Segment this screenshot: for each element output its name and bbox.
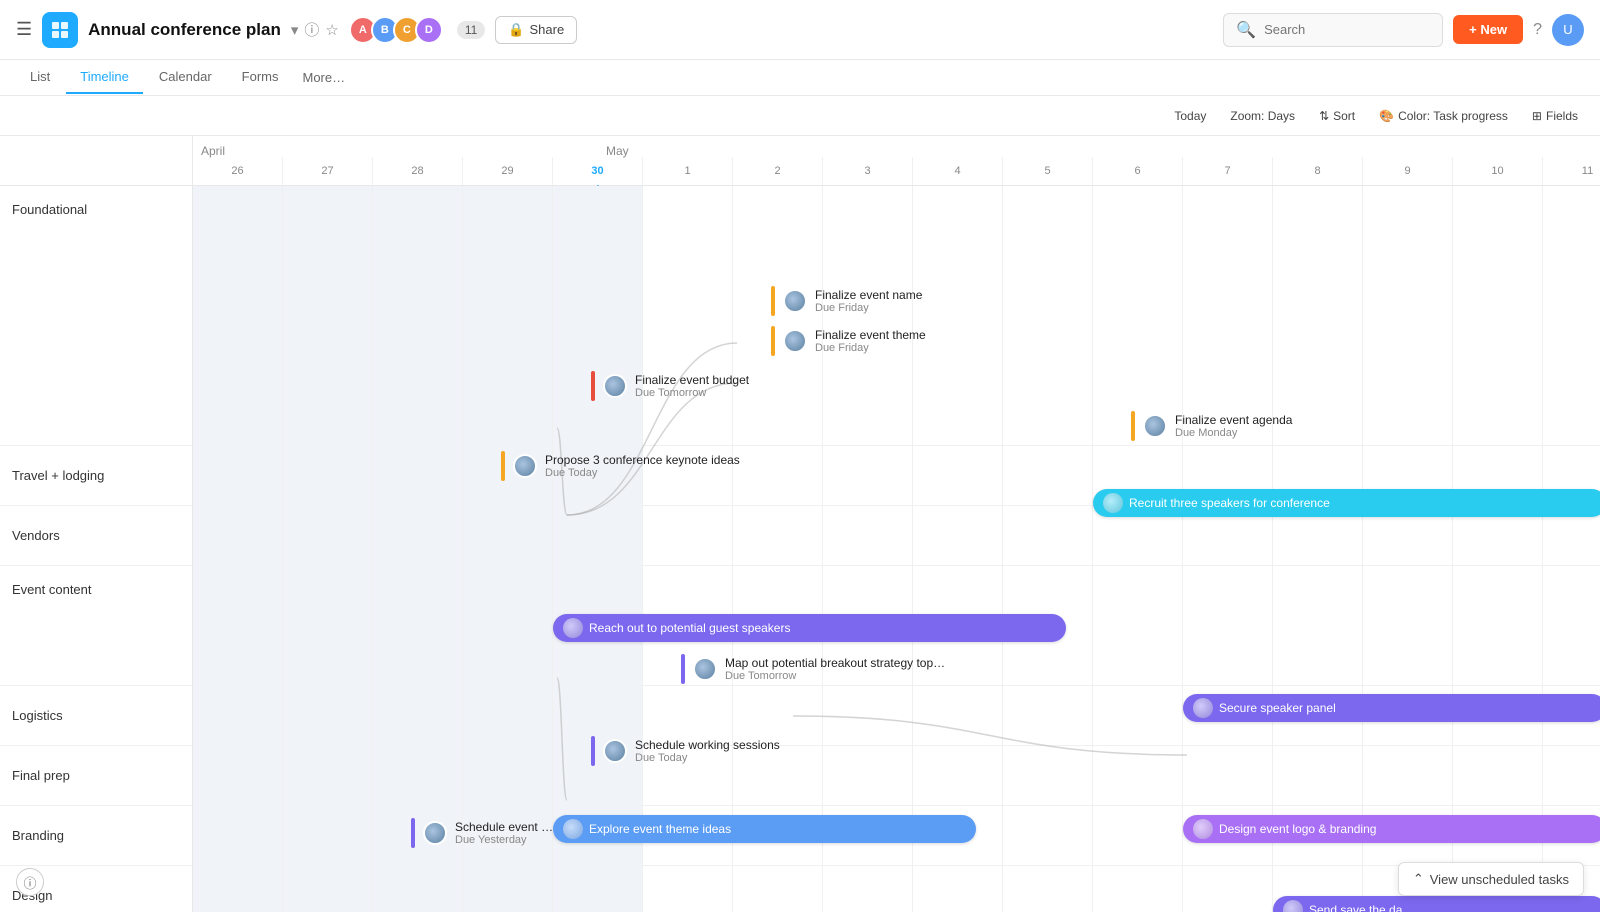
row-label-foundational[interactable]: Foundational: [0, 186, 192, 446]
row-label-event-content[interactable]: Event content: [0, 566, 192, 686]
today-button[interactable]: Today: [1168, 106, 1212, 126]
milestone-finalize_theme[interactable]: Finalize event themeDue Friday: [771, 326, 926, 356]
avatar-4: D: [415, 16, 443, 44]
tab-list[interactable]: List: [16, 61, 64, 94]
task-bar-design_logo[interactable]: Design event logo & branding: [1183, 815, 1600, 843]
search-input[interactable]: [1264, 22, 1414, 37]
milestone-map_out[interactable]: Map out potential breakout strategy top……: [681, 654, 945, 684]
search-box[interactable]: 🔍: [1223, 13, 1443, 47]
milestone-keynote[interactable]: Propose 3 conference keynote ideasDue To…: [501, 451, 740, 481]
menu-icon[interactable]: ☰: [16, 19, 32, 40]
title-actions: ▾ ⓘ ☆: [291, 19, 339, 40]
user-avatar[interactable]: U: [1552, 14, 1584, 46]
task-bar-reach_out[interactable]: Reach out to potential guest speakers: [553, 614, 1066, 642]
task-bar-explore_theme[interactable]: Explore event theme ideas: [553, 815, 976, 843]
grid-body: Finalize event nameDue Friday Finalize ev…: [193, 186, 1600, 912]
date-header: AprilMay26272829301234567891011: [193, 136, 1600, 186]
sort-button[interactable]: ⇅ Sort: [1313, 106, 1361, 126]
row-labels-panel: Foundational Travel + lodging Vendors Ev…: [0, 136, 193, 912]
timeline-main: Foundational Travel + lodging Vendors Ev…: [0, 136, 1600, 912]
member-count[interactable]: 11: [457, 21, 485, 39]
project-title: Annual conference plan: [88, 20, 281, 40]
fields-button[interactable]: ⊞ Fields: [1526, 106, 1584, 126]
color-button[interactable]: 🎨 Color: Task progress: [1373, 106, 1514, 126]
tab-forms[interactable]: Forms: [228, 61, 293, 94]
color-icon: 🎨: [1379, 109, 1394, 123]
zoom-button[interactable]: Zoom: Days: [1224, 106, 1301, 126]
chevron-up-icon: ⌃: [1413, 871, 1424, 887]
milestone-schedule_sessions[interactable]: Schedule working sessionsDue Today: [591, 736, 780, 766]
tab-calendar[interactable]: Calendar: [145, 61, 226, 94]
milestone-schedule_event[interactable]: Schedule event …Due Yesterday: [411, 818, 553, 848]
top-nav: ☰ Annual conference plan ▾ ⓘ ☆ A B C D: [0, 0, 1600, 60]
row-label-branding[interactable]: Branding: [0, 806, 192, 866]
dropdown-icon[interactable]: ▾: [291, 21, 299, 39]
label-header: [0, 136, 192, 186]
member-avatars: A B C D: [349, 16, 443, 44]
milestone-finalize_agenda[interactable]: Finalize event agendaDue Monday: [1131, 411, 1292, 441]
nav-right: 🔍 + New ? U: [1223, 13, 1584, 47]
task-bar-secure_panel[interactable]: Secure speaker panel: [1183, 694, 1600, 722]
share-button[interactable]: 🔒 Share: [495, 16, 577, 44]
star-icon[interactable]: ☆: [325, 21, 338, 39]
help-icon[interactable]: ?: [1533, 21, 1542, 39]
row-label-final-prep[interactable]: Final prep: [0, 746, 192, 806]
task-bar-recruit_speakers[interactable]: Recruit three speakers for conference: [1093, 489, 1600, 517]
nav-left: ☰ Annual conference plan ▾ ⓘ ☆ A B C D: [16, 12, 577, 48]
tab-timeline[interactable]: Timeline: [66, 61, 143, 94]
timeline-toolbar: Today Zoom: Days ⇅ Sort 🎨 Color: Task pr…: [0, 96, 1600, 136]
row-label-travel[interactable]: Travel + lodging: [0, 446, 192, 506]
info-badge[interactable]: ⓘ: [16, 868, 44, 896]
info-icon[interactable]: ⓘ: [304, 19, 319, 40]
tab-more[interactable]: More…: [295, 62, 354, 93]
row-label-vendors[interactable]: Vendors: [0, 506, 192, 566]
app-icon: [42, 12, 78, 48]
unscheduled-tasks-button[interactable]: ⌃ View unscheduled tasks: [1398, 862, 1584, 896]
tab-bar: List Timeline Calendar Forms More…: [0, 60, 1600, 96]
fields-icon: ⊞: [1532, 109, 1542, 123]
lock-icon: 🔒: [508, 22, 524, 38]
search-icon: 🔍: [1236, 20, 1256, 40]
milestone-finalize_budget[interactable]: Finalize event budgetDue Tomorrow: [591, 371, 749, 401]
task-bar-send_save[interactable]: Send save the da…: [1273, 896, 1600, 912]
new-button[interactable]: + New: [1453, 15, 1523, 44]
sort-icon: ⇅: [1319, 109, 1329, 123]
milestone-finalize_name[interactable]: Finalize event nameDue Friday: [771, 286, 922, 316]
row-label-logistics[interactable]: Logistics: [0, 686, 192, 746]
app-container: ☰ Annual conference plan ▾ ⓘ ☆ A B C D: [0, 0, 1600, 912]
timeline-grid: AprilMay26272829301234567891011 Finalize…: [193, 136, 1600, 912]
